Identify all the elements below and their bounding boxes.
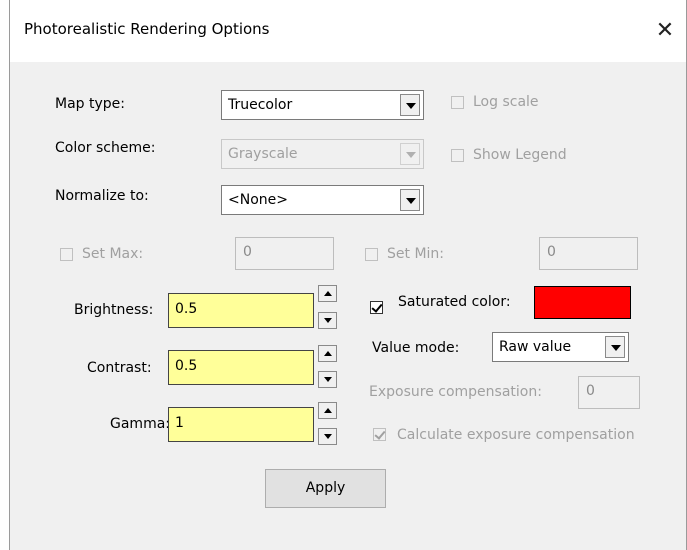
show-legend-label: Show Legend: [473, 147, 567, 163]
contrast-label: Contrast:: [87, 360, 152, 376]
normalize-value: <None>: [228, 192, 288, 208]
exposure-label: Exposure compensation:: [369, 384, 542, 400]
saturated-color-checkbox[interactable]: [370, 301, 383, 314]
contrast-value: 0.5: [175, 358, 198, 374]
log-scale-label: Log scale: [473, 94, 539, 110]
calc-exposure-checkbox[interactable]: [373, 428, 386, 441]
spin-up-icon[interactable]: [318, 345, 337, 362]
saturated-color-swatch[interactable]: [534, 286, 631, 319]
map-type-select[interactable]: Truecolor: [221, 90, 424, 120]
dialog-title: Photorealistic Rendering Options: [24, 20, 270, 38]
show-legend-checkbox[interactable]: [451, 149, 464, 162]
chevron-down-icon[interactable]: [400, 189, 420, 211]
chevron-down-icon[interactable]: [400, 143, 420, 165]
normalize-label: Normalize to:: [55, 188, 149, 204]
gamma-label: Gamma:: [110, 416, 170, 432]
contrast-input[interactable]: 0.5: [168, 350, 314, 385]
apply-button[interactable]: Apply: [265, 469, 386, 508]
value-mode-label: Value mode:: [372, 340, 460, 356]
brightness-value: 0.5: [175, 301, 198, 317]
exposure-value: 0: [586, 383, 595, 399]
contrast-spinner[interactable]: [318, 345, 337, 393]
calc-exposure-label: Calculate exposure compensation: [397, 427, 635, 443]
set-max-label: Set Max:: [82, 246, 144, 262]
color-scheme-value: Grayscale: [228, 146, 298, 162]
spin-down-icon[interactable]: [318, 371, 337, 388]
set-min-input[interactable]: 0: [539, 237, 638, 270]
color-scheme-label: Color scheme:: [55, 140, 156, 156]
spin-up-icon[interactable]: [318, 402, 337, 419]
gamma-input[interactable]: 1: [168, 407, 314, 442]
normalize-select[interactable]: <None>: [221, 185, 424, 215]
spin-down-icon[interactable]: [318, 428, 337, 445]
set-max-checkbox[interactable]: [60, 248, 73, 261]
set-min-label: Set Min:: [387, 246, 444, 262]
color-scheme-select[interactable]: Grayscale: [221, 139, 424, 169]
map-type-value: Truecolor: [228, 97, 293, 113]
set-min-checkbox[interactable]: [365, 248, 378, 261]
gamma-value: 1: [175, 415, 184, 431]
value-mode-value: Raw value: [499, 339, 572, 355]
brightness-spinner[interactable]: [318, 285, 337, 333]
map-type-label: Map type:: [55, 96, 125, 112]
chevron-down-icon[interactable]: [605, 336, 625, 358]
saturated-color-label: Saturated color:: [398, 294, 511, 310]
close-icon[interactable]: ✕: [648, 14, 682, 48]
chevron-down-icon[interactable]: [400, 94, 420, 116]
brightness-input[interactable]: 0.5: [168, 293, 314, 328]
gamma-spinner[interactable]: [318, 402, 337, 450]
brightness-label: Brightness:: [74, 302, 154, 318]
log-scale-checkbox[interactable]: [451, 96, 464, 109]
value-mode-select[interactable]: Raw value: [492, 332, 629, 362]
exposure-input[interactable]: 0: [578, 376, 640, 409]
dialog-window: Photorealistic Rendering Options ✕ Map t…: [9, 0, 687, 550]
spin-down-icon[interactable]: [318, 312, 337, 329]
set-min-value: 0: [547, 244, 556, 260]
set-max-value: 0: [243, 244, 252, 260]
spin-up-icon[interactable]: [318, 285, 337, 302]
set-max-input[interactable]: 0: [235, 237, 334, 270]
title-bar: Photorealistic Rendering Options ✕: [10, 0, 686, 62]
